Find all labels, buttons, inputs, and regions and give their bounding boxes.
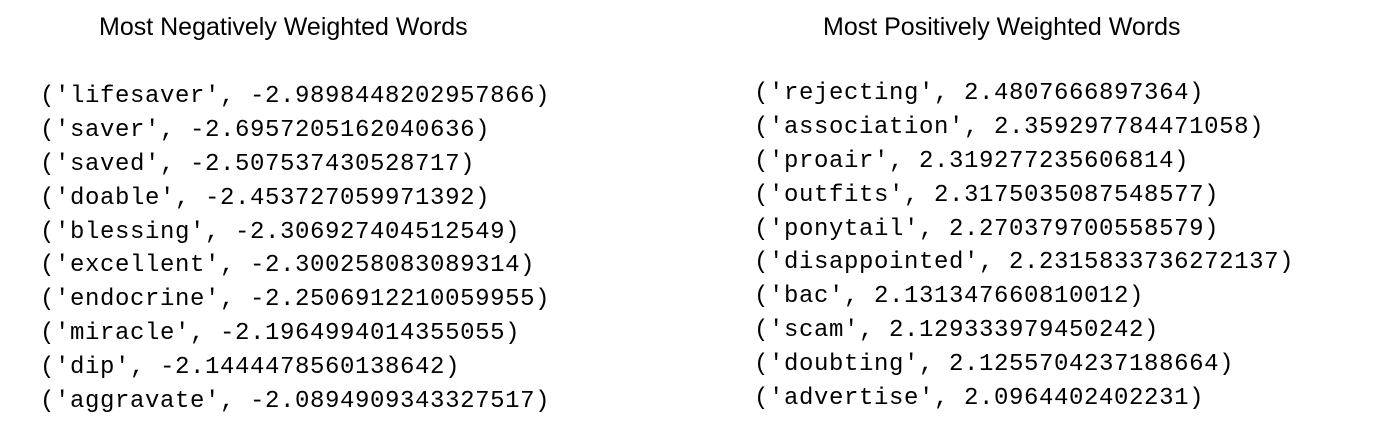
list-item: ('endocrine', -2.2506912210059955)	[40, 286, 551, 314]
list-item: ('miracle', -2.1964994014355055)	[40, 320, 521, 348]
list-item: ('bac', 2.131347660810012)	[754, 283, 1145, 311]
list-item: ('proair', 2.319277235606814)	[754, 147, 1190, 175]
list-item: ('excellent', -2.300258083089314)	[40, 252, 536, 280]
list-item: ('outfits', 2.3175035087548577)	[754, 181, 1220, 209]
list-item: ('disappointed', 2.2315833736272137)	[754, 249, 1295, 277]
list-item: ('saved', -2.507537430528717)	[40, 150, 476, 178]
list-item: ('doable', -2.453727059971392)	[40, 184, 491, 212]
negative-words-list: ('lifesaver', -2.9898448202957866) ('sav…	[40, 80, 550, 419]
list-item: ('ponytail', 2.270379700558579)	[754, 215, 1220, 243]
list-item: ('saver', -2.6957205162040636)	[40, 116, 491, 144]
list-item: ('scam', 2.129333979450242)	[754, 317, 1160, 345]
list-item: ('dip', -2.1444478560138642)	[40, 354, 461, 382]
positive-words-title: Most Positively Weighted Words	[823, 13, 1181, 41]
list-item: ('rejecting', 2.4807666897364)	[754, 80, 1205, 107]
list-item: ('aggravate', -2.0894909343327517)	[40, 388, 551, 416]
list-item: ('blessing', -2.306927404512549)	[40, 218, 521, 246]
list-item: ('advertise', 2.0964402402231)	[754, 385, 1205, 413]
list-item: ('doubting', 2.1255704237188664)	[754, 351, 1235, 379]
negative-words-title: Most Negatively Weighted Words	[99, 13, 468, 41]
list-item: ('association', 2.359297784471058)	[754, 113, 1265, 141]
positive-words-list: ('rejecting', 2.4807666897364) ('associa…	[754, 77, 1294, 416]
list-item: ('lifesaver', -2.9898448202957866)	[40, 83, 551, 110]
